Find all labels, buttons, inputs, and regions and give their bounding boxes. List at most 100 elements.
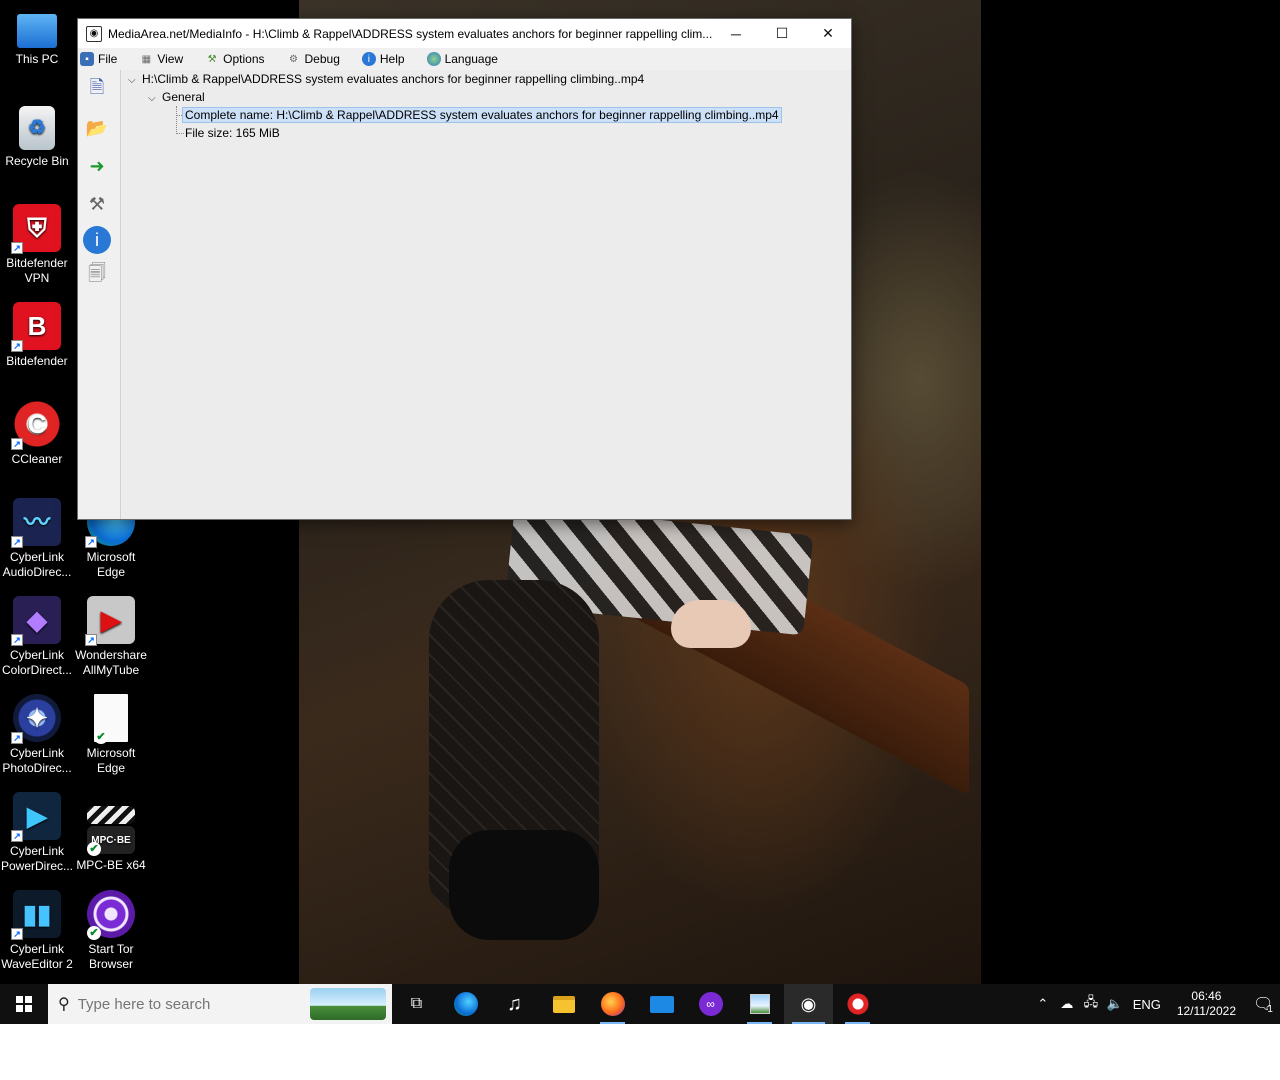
minimize-button[interactable]: ─ <box>713 19 759 48</box>
blank-file-icon: ✔ <box>94 694 128 744</box>
photodirector-icon: ✦ ↗ <box>11 694 61 744</box>
file-explorer-icon[interactable] <box>539 984 588 1024</box>
clock-time: 06:46 <box>1191 989 1222 1003</box>
mediainfo-window: ◉ MediaArea.net/MediaInfo - H:\Climb & R… <box>77 18 852 520</box>
about-info-icon[interactable]: i <box>83 226 111 254</box>
tree-root[interactable]: ⌵ H:\Climb & Rappel\ADDRESS system evalua… <box>128 70 644 88</box>
tree-section-general[interactable]: ⌵ General <box>148 88 205 106</box>
desktop-icon-this-pc[interactable]: This PC <box>0 8 74 67</box>
desktop-icon-label: This PC <box>15 52 59 66</box>
open-folder-icon[interactable]: 📂 <box>81 112 113 144</box>
tree-connector <box>176 106 177 134</box>
desktop-icon-cyberlink-audiodirector[interactable]: 〰 ↗ CyberLink AudioDirec... <box>0 498 74 580</box>
maximize-button[interactable]: ☐ <box>759 19 805 48</box>
knowledge-icon[interactable]: 🗐 <box>81 260 113 292</box>
chevron-up-icon[interactable]: ⌃ <box>1031 996 1055 1012</box>
desktop-icon-cyberlink-photodirector[interactable]: ✦ ↗ CyberLink PhotoDirec... <box>0 694 74 776</box>
bitdefender-vpn-icon: ⛨ ↗ <box>11 204 61 254</box>
shortcut-arrow-icon: ↗ <box>11 340 23 352</box>
chevron-down-icon[interactable]: ⌵ <box>128 72 142 90</box>
edge-taskbar-icon[interactable] <box>441 984 490 1024</box>
mediainfo-app-icon: ◉ <box>86 25 102 42</box>
desktop-icon-recycle-bin[interactable]: ♻ Recycle Bin <box>0 106 74 169</box>
notification-count: 1 <box>1267 1003 1273 1015</box>
view-icon: ▦ <box>141 53 152 65</box>
desktop: This PC ♻ Recycle Bin ⛨ ↗ Bitdefender VPN… <box>0 0 1280 1024</box>
options-icon: ⚒ <box>207 53 217 65</box>
menu-help-label: Help <box>379 52 405 66</box>
music-icon[interactable]: ♫ <box>490 984 539 1024</box>
wallpaper-hand <box>671 600 751 648</box>
tree-root-label: H:\Climb & Rappel\ADDRESS system evaluat… <box>142 72 645 86</box>
open-file-icon[interactable]: 🗎 <box>81 74 113 106</box>
menu-help[interactable]: i Help <box>361 52 405 66</box>
notification-center-button[interactable]: 🗨 1 <box>1246 984 1280 1024</box>
desktop-icon-bitdefender-vpn[interactable]: ⛨ ↗ Bitdefender VPN <box>0 204 74 286</box>
desktop-icon-ccleaner[interactable]: C ↗ CCleaner <box>0 400 74 467</box>
preferences-icon[interactable]: ⚒ <box>81 188 113 220</box>
info-tree: ⌵ H:\Climb & Rappel\ADDRESS system evalua… <box>122 70 851 519</box>
shortcut-arrow-icon: ↗ <box>85 634 97 646</box>
title-bar[interactable]: ◉ MediaArea.net/MediaInfo - H:\Climb & R… <box>78 19 851 48</box>
onedrive-icon[interactable]: ☁ <box>1055 996 1079 1012</box>
audiodirector-icon: 〰 ↗ <box>11 498 61 548</box>
search-highlight-illustration <box>310 988 386 1020</box>
sync-check-icon: ✔ <box>94 730 108 744</box>
mask-app-icon[interactable]: ∞ <box>686 984 735 1024</box>
desktop-icon-label: Bitdefender VPN <box>6 256 68 285</box>
start-button[interactable] <box>0 984 48 1024</box>
taskbar-search[interactable]: ⚲ <box>48 984 392 1024</box>
menu-view[interactable]: ▦ View <box>139 52 184 66</box>
help-info-icon: i <box>361 52 376 66</box>
ccleaner-taskbar-icon[interactable] <box>833 984 882 1024</box>
tree-item-complete-name[interactable]: Complete name: H:\Climb & Rappel\ADDRESS… <box>182 106 782 124</box>
menu-debug-label: Debug <box>304 52 340 66</box>
menu-language[interactable]: Language <box>426 52 498 66</box>
computer-icon <box>17 14 57 48</box>
firefox-icon[interactable] <box>588 984 637 1024</box>
powerdirector-icon: ▶ ↗ <box>11 792 61 842</box>
desktop-icon-bitdefender[interactable]: B ↗ Bitdefender <box>0 302 74 369</box>
shortcut-arrow-icon: ↗ <box>11 242 23 254</box>
close-button[interactable]: ✕ <box>805 19 851 48</box>
desktop-icon-label: Microsoft Edge <box>86 550 136 579</box>
chevron-down-icon[interactable]: ⌵ <box>148 90 162 108</box>
side-toolbar: 🗎 📂 ➜ ⚒ i 🗐 <box>78 70 121 519</box>
language-indicator[interactable]: ENG <box>1127 997 1167 1012</box>
menu-options[interactable]: ⚒ Options <box>205 52 265 66</box>
clock-date: 12/11/2022 <box>1176 1004 1236 1018</box>
desktop-icon-cyberlink-waveeditor[interactable]: ▮▮ ↗ CyberLink WaveEditor 2 <box>0 890 74 972</box>
shortcut-arrow-icon: ↗ <box>85 536 97 548</box>
file-icon: ▪ <box>80 52 94 66</box>
mediainfo-taskbar-icon[interactable]: ◉ <box>784 984 833 1024</box>
desktop-icon-wondershare-allmytube[interactable]: ▶ ↗ Wondershare AllMyTube <box>74 596 148 678</box>
desktop-icon-cyberlink-powerdirector[interactable]: ▶ ↗ CyberLink PowerDirec... <box>0 792 74 874</box>
mail-icon[interactable] <box>637 984 686 1024</box>
clapperboard-icon: MPC·BE ✔ <box>87 826 135 856</box>
desktop-icon-microsoft-edge-file[interactable]: ✔ Microsoft Edge <box>74 694 148 776</box>
photos-icon[interactable] <box>735 984 784 1024</box>
desktop-icon-label: CyberLink PhotoDirec... <box>2 746 72 775</box>
waveeditor-icon: ▮▮ ↗ <box>11 890 61 940</box>
shortcut-arrow-icon: ↗ <box>11 732 23 744</box>
desktop-icon-mpc-be[interactable]: MPC·BE ✔ MPC-BE x64 <box>74 792 148 873</box>
clock[interactable]: 06:46 12/11/2022 <box>1177 989 1236 1019</box>
search-icon: ⚲ <box>58 996 70 1013</box>
colordirector-icon: ◆ ↗ <box>11 596 61 646</box>
desktop-icon-cyberlink-colordirector[interactable]: ◆ ↗ CyberLink ColorDirect... <box>0 596 74 678</box>
tree-item-file-size[interactable]: File size: 165 MiB <box>185 124 280 142</box>
export-info-icon[interactable]: ➜ <box>81 150 113 182</box>
desktop-icon-tor-browser[interactable]: ✔ Start Tor Browser <box>74 890 148 972</box>
globe-icon <box>426 52 441 66</box>
network-icon[interactable]: 🖧 <box>1079 993 1103 1015</box>
bitdefender-icon: B ↗ <box>11 302 61 352</box>
volume-icon[interactable]: 🔈 <box>1103 996 1127 1012</box>
search-input[interactable] <box>77 995 298 1013</box>
menu-file[interactable]: ▪ File <box>80 52 117 66</box>
desktop-icon-label: CyberLink PowerDirec... <box>0 844 74 873</box>
shortcut-arrow-icon: ↗ <box>11 830 23 842</box>
desktop-icon-label: CyberLink WaveEditor 2 <box>1 942 73 971</box>
windows-logo-icon <box>16 996 32 1012</box>
task-view-icon[interactable]: ⧉ <box>392 984 441 1024</box>
menu-debug[interactable]: ⚙ Debug <box>287 52 340 66</box>
